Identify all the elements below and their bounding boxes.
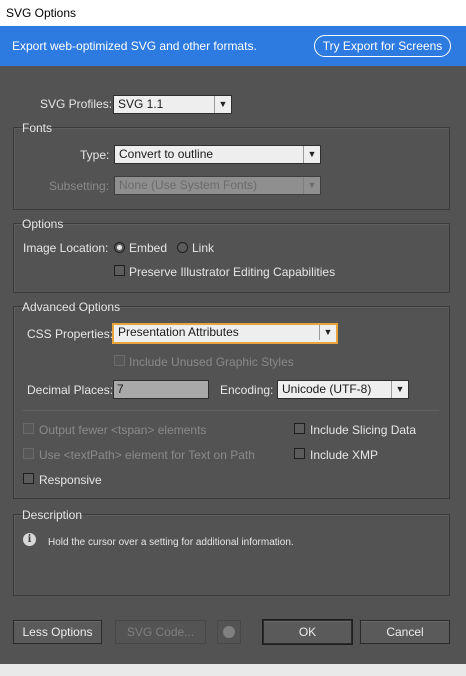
svg-profiles-select[interactable]: SVG 1.1 ▼ <box>113 95 232 114</box>
embed-label: Embed <box>129 241 168 255</box>
link-radio[interactable] <box>177 242 188 253</box>
output-fewer-tspan-checkbox[interactable] <box>23 423 34 434</box>
encoding-value: Unicode (UTF-8) <box>282 382 372 396</box>
window-bottom-edge <box>0 664 466 676</box>
decimal-places-input[interactable]: 7 <box>113 380 209 399</box>
cancel-button[interactable]: Cancel <box>360 620 450 644</box>
image-location-label: Image Location: <box>23 241 109 255</box>
svg-profiles-label: SVG Profiles: <box>40 97 113 111</box>
preserve-editing-checkbox[interactable] <box>114 265 125 276</box>
fonts-group-title: Fonts <box>22 121 53 135</box>
advanced-options-group-title: Advanced Options <box>22 300 121 314</box>
include-xmp-label: Include XMP <box>310 448 379 462</box>
responsive-checkbox[interactable] <box>23 473 34 484</box>
subsetting-label: Subsetting: <box>49 179 110 193</box>
css-properties-value: Presentation Attributes <box>118 325 239 339</box>
subsetting-value: None (Use System Fonts) <box>119 178 258 192</box>
decimal-places-label: Decimal Places: <box>27 383 114 397</box>
font-type-label: Type: <box>80 148 110 162</box>
embed-radio[interactable] <box>114 242 125 253</box>
font-type-value: Convert to outline <box>119 147 214 161</box>
chevron-down-icon: ▼ <box>391 381 408 398</box>
chevron-down-icon: ▼ <box>303 177 320 194</box>
chevron-down-icon: ▼ <box>214 96 231 113</box>
chevron-down-icon: ▼ <box>303 146 320 163</box>
chevron-down-icon: ▼ <box>319 325 336 340</box>
preserve-editing-label: Preserve Illustrator Editing Capabilitie… <box>129 265 336 279</box>
use-textpath-label: Use <textPath> element for Text on Path <box>39 448 255 462</box>
css-properties-label: CSS Properties: <box>27 327 114 341</box>
options-group <box>13 223 450 293</box>
advanced-divider <box>22 410 439 411</box>
globe-icon <box>223 626 235 638</box>
link-label: Link <box>192 241 215 255</box>
font-type-select[interactable]: Convert to outline ▼ <box>114 145 321 164</box>
encoding-select[interactable]: Unicode (UTF-8) ▼ <box>277 380 409 399</box>
svg-code-button[interactable]: SVG Code... <box>115 620 206 644</box>
include-slicing-data-label: Include Slicing Data <box>310 423 417 437</box>
output-fewer-tspan-label: Output fewer <tspan> elements <box>39 423 207 437</box>
options-group-title: Options <box>22 217 64 231</box>
browser-preview-button[interactable] <box>217 620 241 644</box>
svg-profiles-value: SVG 1.1 <box>118 97 164 111</box>
banner-text: Export web-optimized SVG and other forma… <box>12 39 257 53</box>
window-title: SVG Options <box>6 6 77 20</box>
subsetting-select[interactable]: None (Use System Fonts) ▼ <box>114 176 321 195</box>
description-group <box>13 514 450 596</box>
include-xmp-checkbox[interactable] <box>294 448 305 459</box>
description-text: Hold the cursor over a setting for addit… <box>48 537 294 548</box>
include-unused-styles-checkbox[interactable] <box>114 355 125 366</box>
try-export-for-screens-button[interactable]: Try Export for Screens <box>314 35 451 57</box>
ok-button[interactable]: OK <box>263 620 352 644</box>
css-properties-select[interactable]: Presentation Attributes ▼ <box>112 323 338 344</box>
use-textpath-checkbox[interactable] <box>23 448 34 459</box>
description-group-title: Description <box>22 508 83 522</box>
fonts-group <box>13 127 450 210</box>
include-unused-styles-label: Include Unused Graphic Styles <box>129 355 294 369</box>
export-banner: Export web-optimized SVG and other forma… <box>0 26 466 66</box>
less-options-button[interactable]: Less Options <box>13 620 102 644</box>
responsive-label: Responsive <box>39 473 102 487</box>
info-icon: i <box>23 533 36 546</box>
include-slicing-data-checkbox[interactable] <box>294 423 305 434</box>
encoding-label: Encoding: <box>220 383 274 397</box>
window-title-bar: SVG Options <box>0 0 466 26</box>
